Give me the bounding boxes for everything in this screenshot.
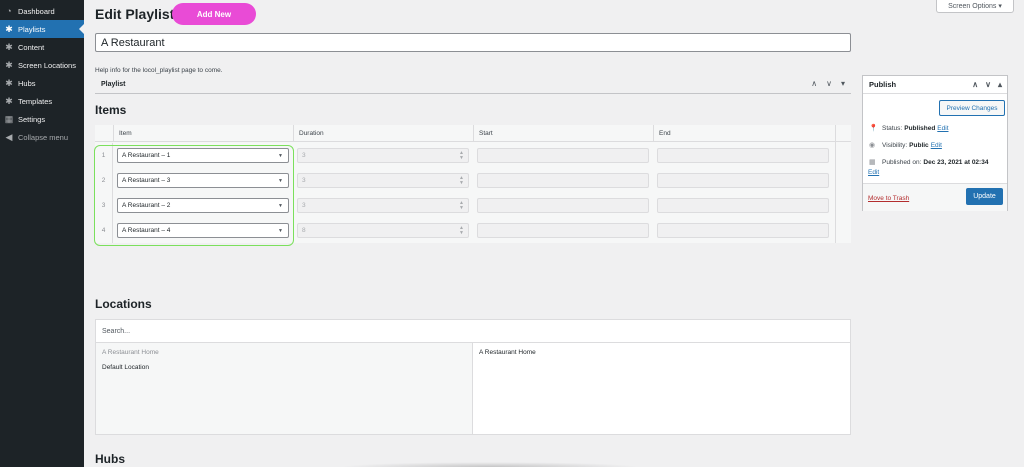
edit-visibility-link[interactable]: Edit xyxy=(931,142,942,149)
sidebar-item-hubs[interactable]: ✱ Hubs xyxy=(0,74,84,92)
column-header-start: Start xyxy=(473,125,653,142)
toggle-panel-icon[interactable]: ▴ xyxy=(998,80,1002,89)
available-locations-list: A Restaurant Home Default Location xyxy=(95,343,473,435)
collapse-menu-button[interactable]: ◀ Collapse menu xyxy=(0,128,84,146)
help-text: Help info for the locol_playlist page to… xyxy=(95,67,223,74)
duration-value: 3 xyxy=(302,202,306,209)
sidebar-item-label: Dashboard xyxy=(18,6,55,16)
row-actions-column xyxy=(835,125,851,243)
sidebar-item-label: Collapse menu xyxy=(18,132,69,142)
playlist-metabox-title: Playlist xyxy=(101,81,126,88)
duration-value: 3 xyxy=(302,152,306,159)
bottom-shadow xyxy=(340,462,640,467)
dashboard-icon: ◔ xyxy=(6,6,12,16)
items-table-header: Item Duration Start End xyxy=(95,125,851,142)
update-button[interactable]: Update xyxy=(966,188,1003,205)
column-header-duration: Duration xyxy=(293,125,473,142)
duration-input[interactable]: 3 ▲ ▼ xyxy=(297,148,469,163)
duration-input[interactable]: 3 ▲ ▼ xyxy=(297,173,469,188)
sidebar-item-label: Templates xyxy=(18,96,53,106)
duration-input[interactable]: 3 ▲ ▼ xyxy=(297,198,469,213)
collapse-icon: ◀ xyxy=(5,131,13,142)
sidebar-item-dashboard[interactable]: ◔ Dashboard xyxy=(0,2,84,20)
locations-heading: Locations xyxy=(95,297,152,311)
start-input[interactable] xyxy=(477,223,649,238)
sidebar-item-label: Content xyxy=(18,42,45,52)
sidebar-item-label: Playlists xyxy=(18,24,46,34)
published-value: Dec 23, 2021 at 02:34 xyxy=(923,158,989,166)
status-value: Published xyxy=(904,124,936,132)
toggle-panel-icon[interactable]: ▾ xyxy=(841,79,845,88)
status-label: Status: xyxy=(882,124,903,132)
sidebar-item-label: Hubs xyxy=(18,78,36,88)
move-to-trash-link[interactable]: Move to Trash xyxy=(868,195,909,202)
sidebar-item-label: Screen Locations xyxy=(18,60,76,70)
pin-icon: 📍 xyxy=(869,125,878,132)
start-input[interactable] xyxy=(477,173,649,188)
published-date-line: ▦ Published on: Dec 23, 2021 at 02:34 xyxy=(869,158,989,167)
eye-icon: ◉ xyxy=(869,142,876,149)
gear-icon: ✱ xyxy=(5,95,13,106)
column-header-item: Item xyxy=(113,125,293,142)
visibility-line: ◉ Visibility: Public Edit xyxy=(869,141,942,150)
move-up-icon[interactable]: ∧ xyxy=(811,79,817,88)
sidebar-item-settings[interactable]: ▦ Settings xyxy=(0,110,84,128)
end-input[interactable] xyxy=(657,173,829,188)
spinner-icon: ▲ ▼ xyxy=(459,200,464,211)
end-input[interactable] xyxy=(657,148,829,163)
screen-options-button[interactable]: Screen Options ▾ xyxy=(936,0,1014,13)
title-input[interactable]: A Restaurant xyxy=(95,33,851,52)
preview-changes-button[interactable]: Preview Changes xyxy=(939,100,1005,116)
calendar-icon: ▦ xyxy=(869,159,876,166)
item-column-highlight xyxy=(94,145,294,246)
list-item[interactable]: A Restaurant Home xyxy=(102,349,159,356)
items-heading: Items xyxy=(95,103,127,117)
list-item[interactable]: A Restaurant Home xyxy=(479,349,536,356)
start-input[interactable] xyxy=(477,148,649,163)
sidebar-item-screen-locations[interactable]: ✱ Screen Locations xyxy=(0,56,84,74)
publish-metabox-header: Publish ∧ ∨ ▴ xyxy=(863,76,1007,94)
admin-sidebar: ◔ Dashboard ✱ Playlists ✱ Content ✱ Screen L… xyxy=(0,0,84,467)
spinner-icon: ▲ ▼ xyxy=(459,150,464,161)
duration-value: 8 xyxy=(302,227,306,234)
publish-metabox: Publish ∧ ∨ ▴ Preview Changes 📍 Status: … xyxy=(862,75,1008,211)
end-input[interactable] xyxy=(657,198,829,213)
move-up-icon[interactable]: ∧ xyxy=(972,80,978,89)
published-edit-line: Edit xyxy=(868,169,879,176)
edit-status-link[interactable]: Edit xyxy=(937,125,948,132)
gear-icon: ✱ xyxy=(5,77,13,88)
gear-icon: ✱ xyxy=(5,23,13,34)
publish-actions: Move to Trash Update xyxy=(863,183,1007,211)
playlist-metabox-header: Playlist ∧ ∨ ▾ xyxy=(95,76,851,94)
visibility-value: Public xyxy=(909,141,929,149)
settings-icon: ▦ xyxy=(4,113,14,124)
sidebar-item-templates[interactable]: ✱ Templates xyxy=(0,92,84,110)
sidebar-item-content[interactable]: ✱ Content xyxy=(0,38,84,56)
gear-icon: ✱ xyxy=(5,41,13,52)
gear-icon: ✱ xyxy=(5,59,13,70)
visibility-label: Visibility: xyxy=(882,141,908,149)
locations-search-input[interactable]: Search... xyxy=(95,319,851,343)
hubs-heading: Hubs xyxy=(95,452,125,466)
page-title: Edit Playlist xyxy=(95,6,175,22)
spinner-icon: ▲ ▼ xyxy=(459,225,464,236)
published-label: Published on: xyxy=(882,158,922,166)
edit-date-link[interactable]: Edit xyxy=(868,169,879,176)
duration-input[interactable]: 8 ▲ ▼ xyxy=(297,223,469,238)
end-input[interactable] xyxy=(657,223,829,238)
add-new-button[interactable]: Add New xyxy=(172,3,256,25)
duration-value: 3 xyxy=(302,177,306,184)
status-line: 📍 Status: Published Edit xyxy=(869,124,949,133)
selected-locations-list: A Restaurant Home xyxy=(472,343,851,435)
sidebar-item-playlists[interactable]: ✱ Playlists xyxy=(0,20,84,38)
column-header-end: End xyxy=(653,125,835,142)
publish-title: Publish xyxy=(869,80,897,89)
list-item[interactable]: Default Location xyxy=(102,364,149,371)
spinner-icon: ▲ ▼ xyxy=(459,175,464,186)
sidebar-item-label: Settings xyxy=(18,114,46,124)
start-input[interactable] xyxy=(477,198,649,213)
move-down-icon[interactable]: ∨ xyxy=(826,79,832,88)
move-down-icon[interactable]: ∨ xyxy=(985,80,991,89)
